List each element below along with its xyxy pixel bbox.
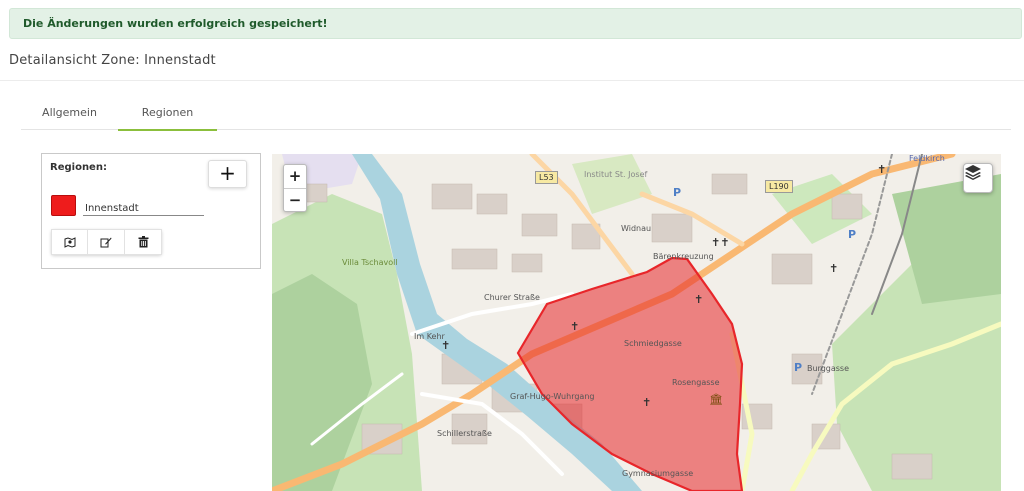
layers-button[interactable] <box>963 163 993 193</box>
museum-icon: 🏛 <box>709 393 723 406</box>
parking-icon: P <box>848 228 857 241</box>
success-alert: Die Änderungen wurden erfolgreich gespei… <box>9 8 1022 39</box>
map-label-schillerstrasse: Schillerstraße <box>437 429 492 438</box>
church-icon: ✝ <box>570 320 580 333</box>
add-region-button[interactable]: + <box>208 160 247 188</box>
region-name-input[interactable] <box>83 202 204 216</box>
page-title: Detailansicht Zone: Innenstadt <box>9 53 216 68</box>
zoom-in-button[interactable]: + <box>284 165 306 188</box>
map-label-churer: Churer Straße <box>484 293 540 302</box>
map-label-rosengasse: Rosengasse <box>672 378 720 387</box>
map-label-burggasse: Burggasse <box>807 364 850 373</box>
edit-region-button[interactable] <box>88 229 125 255</box>
road-shield-l190: L190 <box>765 180 793 193</box>
church-icon: ✝ <box>642 396 652 409</box>
regions-panel: Regionen: + <box>41 153 261 269</box>
map-icon <box>64 237 75 248</box>
edit-icon <box>100 237 112 248</box>
trash-icon <box>138 236 148 248</box>
regions-panel-title: Regionen: <box>50 162 107 173</box>
map-label-villa: Villa Tschavoll <box>342 258 398 267</box>
region-action-group <box>51 229 162 255</box>
map-label-baerenkreuzung: Bärenkreuzung <box>653 252 714 261</box>
region-map[interactable]: + − Feldkirch L53 L190 Villa Tschavoll C… <box>272 154 1001 491</box>
church-icon: ✝ <box>829 262 839 275</box>
tab-allgemein[interactable]: Allgemein <box>21 95 118 130</box>
tab-regionen[interactable]: Regionen <box>118 95 217 131</box>
church-icon: ✝ <box>877 163 887 176</box>
map-label-hugo-wuhrgang: Graf-Hugo-Wuhrgang <box>510 392 595 401</box>
show-on-map-button[interactable] <box>51 229 88 255</box>
church-icon: ✝ <box>694 293 704 306</box>
delete-region-button[interactable] <box>125 229 162 255</box>
road-shield-l53: L53 <box>535 171 558 184</box>
zoom-out-button[interactable]: − <box>284 188 306 211</box>
success-alert-message: Die Änderungen wurden erfolgreich gespei… <box>23 17 328 30</box>
title-divider <box>0 80 1024 81</box>
map-label-feldkirch: Feldkirch <box>909 154 945 163</box>
map-label-schmiedgasse: Schmiedgasse <box>624 339 682 348</box>
map-label-institut: Institut St. Josef <box>584 170 648 179</box>
region-color-swatch[interactable] <box>51 195 76 216</box>
map-tiles <box>272 154 1001 491</box>
parking-icon: P <box>673 186 682 199</box>
parking-icon: P <box>794 361 803 374</box>
map-label-gymnasiumgasse: Gymnasiumgasse <box>622 469 694 478</box>
tab-bar: Allgemein Regionen <box>21 95 1011 131</box>
map-label-widnau: Widnau <box>621 224 652 233</box>
zoom-control: + − <box>283 164 307 212</box>
layers-icon <box>965 165 981 180</box>
church-icon: ✝ <box>441 339 451 352</box>
church-icon: ✝✝ <box>711 236 730 249</box>
